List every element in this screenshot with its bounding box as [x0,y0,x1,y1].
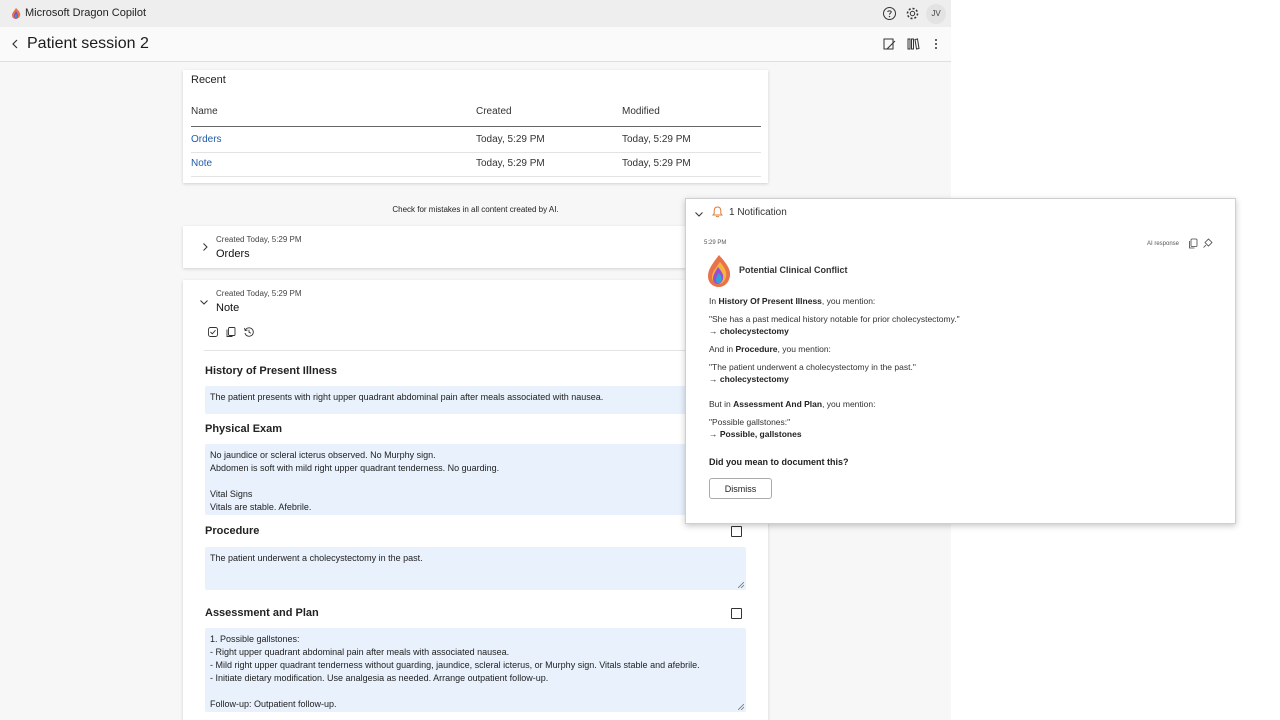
assessment-line: 1. Possible gallstones: [210,634,300,644]
row-created: Today, 5:29 PM [476,134,545,145]
dragon-copilot-logo-icon [708,255,731,287]
feedback-icon[interactable] [1202,238,1213,249]
ai-response-label: AI response [1147,241,1180,247]
recent-files-card: Recent Name Created Modified Orders Toda… [183,70,768,183]
physical-exam-line: No jaundice or scleral icterus observed.… [210,450,436,460]
history-icon[interactable] [243,326,255,338]
assessment-quote: "Possible gallstones:" [709,417,791,427]
assessment-line: - Mild right upper quadrant tenderness w… [210,660,700,670]
back-chevron-icon[interactable] [9,37,21,51]
procedure-textbox[interactable]: The patient underwent a cholecystectomy … [205,547,746,590]
dragon-copilot-logo-icon [12,8,21,19]
note-card: Created Today, 5:29 PM Note History of P… [183,280,768,720]
procedure-term: → cholecystectomy [709,374,789,384]
procedure-quote: "The patient underwent a cholecystectomy… [709,362,916,372]
note-title: Note [216,302,240,314]
procedure-section-name: Procedure [735,344,778,354]
chevron-right-icon[interactable] [200,242,210,252]
hpi-term: → cholecystectomy [709,326,789,336]
procedure-line: The patient underwent a cholecystectomy … [210,553,423,563]
procedure-mention: And in Procedure, you mention: [709,344,831,354]
orders-title: Orders [216,248,250,260]
resize-handle-icon[interactable] [738,704,744,710]
row-created: Today, 5:29 PM [476,158,545,169]
hpi-quote: "She has a past medical history notable … [709,314,960,324]
collapse-chevron-icon[interactable] [694,209,704,219]
row-modified: Today, 5:29 PM [622,158,691,169]
assessment-term: → Possible, gallstones [709,429,802,439]
notification-count: 1 Notification [729,207,787,218]
copy-icon[interactable] [1188,238,1199,249]
resize-handle-icon[interactable] [738,582,744,588]
help-icon[interactable] [882,6,897,21]
table-header-divider [191,126,761,127]
note-divider [204,350,747,351]
table-row[interactable]: Note Today, 5:29 PM Today, 5:29 PM [191,152,761,177]
physical-exam-line: Abdomen is soft with mild right upper qu… [210,463,500,473]
procedure-pre: And in [709,344,736,354]
column-header-created[interactable]: Created [476,106,512,117]
dismiss-button[interactable]: Dismiss [709,478,772,499]
hpi-post: , you mention: [821,296,876,306]
assessment-line: - Initiate dietary modification. Use ana… [210,673,549,683]
app-title: Microsoft Dragon Copilot [25,7,147,19]
assessment-line: - Right upper quadrant abdominal pain af… [210,647,510,657]
more-options-icon[interactable] [929,37,943,51]
row-name-link[interactable]: Note [191,158,212,169]
table-row[interactable]: Orders Today, 5:29 PM Today, 5:29 PM [191,128,761,153]
hpi-textbox[interactable]: The patient presents with right upper qu… [205,386,746,414]
physical-exam-section-title: Physical Exam [205,423,283,435]
hpi-section-name: History Of Present Illness [718,296,822,306]
assessment-post: , you mention: [822,399,876,409]
library-icon[interactable] [906,37,920,51]
ai-disclaimer: Check for mistakes in all content create… [392,205,559,214]
assessment-checkbox[interactable] [731,608,742,619]
assessment-textbox[interactable]: 1. Possible gallstones: - Right upper qu… [205,628,746,712]
orders-created: Created Today, 5:29 PM [216,235,302,244]
conflict-title: Potential Clinical Conflict [739,265,848,275]
notification-panel: 1 Notification 5:29 PM AI response Poten… [685,198,1236,524]
column-header-modified[interactable]: Modified [622,106,660,117]
assessment-line: Follow-up: Outpatient follow-up. [210,699,337,709]
settings-gear-icon[interactable] [905,6,920,21]
procedure-post: , you mention: [777,344,831,354]
physical-exam-textbox[interactable]: No jaundice or scleral icterus observed.… [205,444,746,515]
row-modified: Today, 5:29 PM [622,134,691,145]
hpi-line: The patient presents with right upper qu… [210,392,604,402]
assessment-mention: But in Assessment And Plan, you mention: [709,399,875,409]
note-edit-icon[interactable] [882,37,896,51]
recent-title: Recent [191,74,226,86]
confirm-question: Did you mean to document this? [709,457,849,467]
note-created: Created Today, 5:29 PM [216,289,302,298]
procedure-section-title: Procedure [205,525,260,537]
procedure-checkbox[interactable] [731,526,742,537]
assessment-section-name: Assessment And Plan [733,399,823,409]
row-name-link[interactable]: Orders [191,134,222,145]
hpi-section-title: History of Present Illness [205,365,338,377]
title-bar: Microsoft Dragon Copilot JV [0,0,951,27]
bell-icon [712,206,723,218]
assessment-line [210,685,741,698]
page-title: Patient session 2 [27,35,149,52]
copy-icon[interactable] [225,326,237,338]
physical-exam-line: Vital Signs [210,489,253,499]
assessment-section-title: Assessment and Plan [205,607,319,619]
column-header-name[interactable]: Name [191,106,218,117]
hpi-mention: In History Of Present Illness, you menti… [709,296,875,306]
chevron-down-icon[interactable] [199,297,209,307]
user-avatar[interactable]: JV [926,4,946,24]
physical-exam-line: Vitals are stable. Afebrile. [210,502,312,512]
orders-card[interactable]: Created Today, 5:29 PM Orders [183,226,768,268]
page-header: Patient session 2 [0,27,951,62]
notification-time: 5:29 PM [704,240,727,246]
physical-exam-line [210,475,741,488]
checklist-icon[interactable] [207,326,219,338]
assessment-pre: But in [709,399,734,409]
